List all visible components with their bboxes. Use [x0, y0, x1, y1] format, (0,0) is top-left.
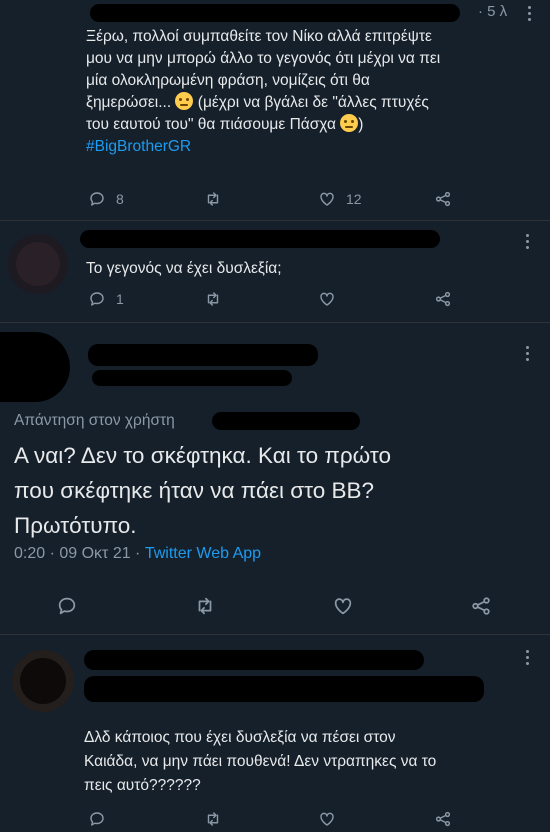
redacted-handle	[92, 370, 292, 386]
main-tweet-text: Α ναι? Δεν το σκέφτηκα. Και το πρώτο που…	[14, 438, 544, 543]
retweet-icon	[207, 812, 219, 826]
heart-icon	[320, 292, 334, 306]
reply-icon	[58, 597, 76, 615]
heart-icon	[320, 812, 334, 826]
like-count: 12	[346, 191, 362, 207]
retweet-icon	[207, 192, 219, 206]
retweet-button[interactable]	[204, 288, 222, 310]
eye-roll-emoji-icon	[175, 92, 194, 110]
more-icon[interactable]	[526, 650, 530, 665]
avatar[interactable]	[0, 332, 70, 402]
reply-button[interactable]: 1	[88, 288, 124, 310]
redacted-username	[80, 230, 440, 248]
redacted-username	[90, 4, 460, 22]
share-button[interactable]	[434, 808, 452, 830]
reply-button[interactable]	[56, 595, 78, 617]
reply-icon	[90, 292, 104, 306]
more-icon[interactable]	[528, 6, 532, 21]
heart-icon	[320, 192, 334, 206]
tweet-line: Πρωτότυπο.	[14, 513, 137, 538]
tweet-meta: 0:20 · 09 Οκτ 21 · Twitter Web App	[14, 545, 261, 563]
like-button[interactable]: 12	[318, 188, 362, 210]
share-button[interactable]	[470, 595, 492, 617]
share-icon	[472, 597, 490, 615]
retweet-icon	[207, 292, 219, 306]
share-button[interactable]	[434, 288, 452, 310]
reply-icon	[90, 192, 104, 206]
retweet-button[interactable]	[204, 808, 222, 830]
retweet-button[interactable]	[194, 595, 216, 617]
redacted-mention	[212, 412, 360, 430]
tweet-line: Δλδ κάποιος που έχει δυσλεξία να πέσει σ…	[84, 729, 396, 746]
heart-icon	[334, 598, 352, 615]
avatar[interactable]	[12, 650, 74, 712]
tweet-line: Α ναι? Δεν το σκέφτηκα. Και το πρώτο	[14, 443, 391, 468]
tweet-actions: 1	[0, 288, 550, 312]
share-icon	[435, 291, 451, 307]
reply-count: 8	[116, 191, 124, 207]
redacted-text	[84, 676, 484, 702]
source-app-link[interactable]: Twitter Web App	[145, 545, 261, 562]
tweet-line-part: (μέχρι να βγάλει δε "άλλες πτυχές	[197, 94, 429, 111]
tweet-actions: 8 12	[0, 188, 550, 212]
more-icon[interactable]	[526, 346, 530, 361]
tweet-line: Καιάδα, να μην πάει πουθενά! Δεν ντραπηκ…	[84, 753, 437, 770]
reply-count: 1	[116, 291, 124, 307]
tweet-line: που σκέφτηκε ήταν να πάει στο ΒΒ?	[14, 478, 374, 503]
tweet-timestamp: 0:20 · 09 Οκτ 21 ·	[14, 545, 141, 562]
redacted-username	[88, 344, 318, 366]
more-icon[interactable]	[526, 234, 530, 249]
reply-icon	[90, 812, 104, 826]
reply-button[interactable]	[88, 808, 106, 830]
tweet-line: πεις αυτό??????	[84, 777, 201, 794]
tweet-line: Ξέρω, πολλοί συμπαθείτε τον Νίκο αλλά επ…	[86, 28, 432, 45]
reply-button[interactable]: 8	[88, 188, 124, 210]
share-icon	[435, 811, 451, 827]
tweet-line-part: )	[358, 116, 364, 133]
redacted-username	[84, 650, 424, 670]
tweet-line: μία ολοκληρωμένη φράση, νομίζεις ότι θα	[86, 72, 370, 89]
tweet-text: Το γεγονός να έχει δυσλεξία;	[86, 260, 282, 277]
like-button[interactable]	[332, 595, 354, 617]
tweet-line: του εαυτού του" θα πιάσουμε Πάσχα )	[86, 114, 536, 136]
share-icon	[435, 191, 451, 207]
like-button[interactable]	[318, 808, 336, 830]
tweet-actions	[0, 595, 550, 619]
tweet-line: μου να μην μπορώ άλλο το γεγονός ότι μέχ…	[86, 50, 441, 67]
retweet-icon	[198, 597, 212, 615]
divider	[0, 322, 550, 323]
tweet-actions	[0, 808, 550, 832]
tweet-line-part: ξημερώσει...	[86, 94, 172, 111]
tweet-line: ξημερώσει... (μέχρι να βγάλει δε "άλλες …	[86, 92, 536, 114]
smirk-emoji-icon	[340, 114, 359, 132]
tweet-line-part: του εαυτού του" θα πιάσουμε Πάσχα	[86, 116, 336, 133]
divider	[0, 220, 550, 221]
retweet-button[interactable]	[204, 188, 222, 210]
avatar[interactable]	[8, 234, 68, 294]
tweet-text: Δλδ κάποιος που έχει δυσλεξία να πέσει σ…	[84, 726, 534, 798]
tweet-time: · 5 λ	[478, 3, 508, 20]
replying-to-label: Απάντηση στον χρήστη	[14, 412, 175, 429]
share-button[interactable]	[434, 188, 452, 210]
hashtag-link[interactable]: #BigBrotherGR	[86, 136, 536, 158]
tweet-text: Ξέρω, πολλοί συμπαθείτε τον Νίκο αλλά επ…	[86, 26, 536, 158]
like-button[interactable]	[318, 288, 336, 310]
replying-to: Απάντηση στον χρήστη	[14, 412, 175, 430]
divider	[0, 634, 550, 635]
